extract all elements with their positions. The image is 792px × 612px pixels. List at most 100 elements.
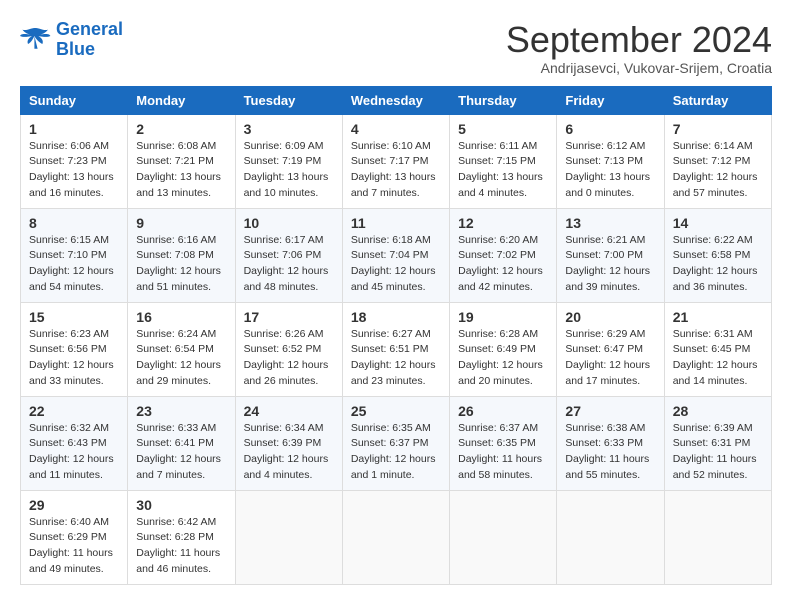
- day-info: Sunrise: 6:17 AM Sunset: 7:06 PM Dayligh…: [244, 233, 334, 296]
- day-number: 4: [351, 121, 441, 137]
- calendar-cell: 17 Sunrise: 6:26 AM Sunset: 6:52 PM Dayl…: [235, 302, 342, 396]
- day-number: 17: [244, 309, 334, 325]
- day-info: Sunrise: 6:35 AM Sunset: 6:37 PM Dayligh…: [351, 421, 441, 484]
- day-info: Sunrise: 6:08 AM Sunset: 7:21 PM Dayligh…: [136, 139, 226, 202]
- calendar-week-row: 15 Sunrise: 6:23 AM Sunset: 6:56 PM Dayl…: [21, 302, 772, 396]
- day-number: 16: [136, 309, 226, 325]
- weekday-header: Monday: [128, 86, 235, 114]
- day-info: Sunrise: 6:33 AM Sunset: 6:41 PM Dayligh…: [136, 421, 226, 484]
- calendar-cell: 5 Sunrise: 6:11 AM Sunset: 7:15 PM Dayli…: [450, 114, 557, 208]
- weekday-header: Friday: [557, 86, 664, 114]
- calendar-cell: 25 Sunrise: 6:35 AM Sunset: 6:37 PM Dayl…: [342, 396, 449, 490]
- calendar-cell: 20 Sunrise: 6:29 AM Sunset: 6:47 PM Dayl…: [557, 302, 664, 396]
- location-subtitle: Andrijasevci, Vukovar-Srijem, Croatia: [506, 60, 772, 76]
- calendar-cell: [342, 490, 449, 584]
- day-info: Sunrise: 6:32 AM Sunset: 6:43 PM Dayligh…: [29, 421, 119, 484]
- day-info: Sunrise: 6:22 AM Sunset: 6:58 PM Dayligh…: [673, 233, 763, 296]
- day-info: Sunrise: 6:23 AM Sunset: 6:56 PM Dayligh…: [29, 327, 119, 390]
- calendar-cell: 21 Sunrise: 6:31 AM Sunset: 6:45 PM Dayl…: [664, 302, 771, 396]
- month-title: September 2024: [506, 20, 772, 60]
- day-number: 13: [565, 215, 655, 231]
- day-number: 24: [244, 403, 334, 419]
- day-number: 7: [673, 121, 763, 137]
- calendar-cell: 3 Sunrise: 6:09 AM Sunset: 7:19 PM Dayli…: [235, 114, 342, 208]
- day-number: 23: [136, 403, 226, 419]
- day-info: Sunrise: 6:09 AM Sunset: 7:19 PM Dayligh…: [244, 139, 334, 202]
- day-number: 8: [29, 215, 119, 231]
- day-info: Sunrise: 6:10 AM Sunset: 7:17 PM Dayligh…: [351, 139, 441, 202]
- calendar-cell: 14 Sunrise: 6:22 AM Sunset: 6:58 PM Dayl…: [664, 208, 771, 302]
- calendar-cell: 29 Sunrise: 6:40 AM Sunset: 6:29 PM Dayl…: [21, 490, 128, 584]
- calendar-cell: 13 Sunrise: 6:21 AM Sunset: 7:00 PM Dayl…: [557, 208, 664, 302]
- day-info: Sunrise: 6:06 AM Sunset: 7:23 PM Dayligh…: [29, 139, 119, 202]
- day-info: Sunrise: 6:27 AM Sunset: 6:51 PM Dayligh…: [351, 327, 441, 390]
- calendar-cell: 28 Sunrise: 6:39 AM Sunset: 6:31 PM Dayl…: [664, 396, 771, 490]
- day-info: Sunrise: 6:28 AM Sunset: 6:49 PM Dayligh…: [458, 327, 548, 390]
- calendar-cell: 12 Sunrise: 6:20 AM Sunset: 7:02 PM Dayl…: [450, 208, 557, 302]
- calendar-cell: 2 Sunrise: 6:08 AM Sunset: 7:21 PM Dayli…: [128, 114, 235, 208]
- day-info: Sunrise: 6:31 AM Sunset: 6:45 PM Dayligh…: [673, 327, 763, 390]
- day-number: 26: [458, 403, 548, 419]
- day-number: 2: [136, 121, 226, 137]
- day-number: 19: [458, 309, 548, 325]
- weekday-header: Tuesday: [235, 86, 342, 114]
- calendar-cell: [450, 490, 557, 584]
- calendar-cell: 7 Sunrise: 6:14 AM Sunset: 7:12 PM Dayli…: [664, 114, 771, 208]
- calendar-cell: 30 Sunrise: 6:42 AM Sunset: 6:28 PM Dayl…: [128, 490, 235, 584]
- day-number: 18: [351, 309, 441, 325]
- day-info: Sunrise: 6:15 AM Sunset: 7:10 PM Dayligh…: [29, 233, 119, 296]
- page-header: General Blue September 2024 Andrijasevci…: [20, 20, 772, 76]
- day-info: Sunrise: 6:29 AM Sunset: 6:47 PM Dayligh…: [565, 327, 655, 390]
- calendar-cell: 27 Sunrise: 6:38 AM Sunset: 6:33 PM Dayl…: [557, 396, 664, 490]
- day-info: Sunrise: 6:20 AM Sunset: 7:02 PM Dayligh…: [458, 233, 548, 296]
- calendar-cell: 9 Sunrise: 6:16 AM Sunset: 7:08 PM Dayli…: [128, 208, 235, 302]
- calendar-week-row: 22 Sunrise: 6:32 AM Sunset: 6:43 PM Dayl…: [21, 396, 772, 490]
- day-number: 21: [673, 309, 763, 325]
- calendar-cell: 16 Sunrise: 6:24 AM Sunset: 6:54 PM Dayl…: [128, 302, 235, 396]
- calendar-cell: 18 Sunrise: 6:27 AM Sunset: 6:51 PM Dayl…: [342, 302, 449, 396]
- day-number: 30: [136, 497, 226, 513]
- logo-text: General: [56, 20, 123, 40]
- day-number: 10: [244, 215, 334, 231]
- logo: General Blue: [20, 20, 123, 60]
- day-info: Sunrise: 6:21 AM Sunset: 7:00 PM Dayligh…: [565, 233, 655, 296]
- day-info: Sunrise: 6:11 AM Sunset: 7:15 PM Dayligh…: [458, 139, 548, 202]
- logo-text-blue: Blue: [56, 40, 123, 60]
- day-number: 27: [565, 403, 655, 419]
- day-info: Sunrise: 6:14 AM Sunset: 7:12 PM Dayligh…: [673, 139, 763, 202]
- day-info: Sunrise: 6:37 AM Sunset: 6:35 PM Dayligh…: [458, 421, 548, 484]
- calendar-cell: [235, 490, 342, 584]
- day-number: 29: [29, 497, 119, 513]
- calendar-cell: 15 Sunrise: 6:23 AM Sunset: 6:56 PM Dayl…: [21, 302, 128, 396]
- day-number: 11: [351, 215, 441, 231]
- weekday-header: Saturday: [664, 86, 771, 114]
- weekday-header: Thursday: [450, 86, 557, 114]
- day-number: 3: [244, 121, 334, 137]
- calendar-table: SundayMondayTuesdayWednesdayThursdayFrid…: [20, 86, 772, 585]
- title-section: September 2024 Andrijasevci, Vukovar-Sri…: [506, 20, 772, 76]
- day-info: Sunrise: 6:39 AM Sunset: 6:31 PM Dayligh…: [673, 421, 763, 484]
- day-number: 15: [29, 309, 119, 325]
- calendar-cell: [664, 490, 771, 584]
- weekday-header-row: SundayMondayTuesdayWednesdayThursdayFrid…: [21, 86, 772, 114]
- day-number: 14: [673, 215, 763, 231]
- day-info: Sunrise: 6:18 AM Sunset: 7:04 PM Dayligh…: [351, 233, 441, 296]
- calendar-cell: 19 Sunrise: 6:28 AM Sunset: 6:49 PM Dayl…: [450, 302, 557, 396]
- calendar-cell: 11 Sunrise: 6:18 AM Sunset: 7:04 PM Dayl…: [342, 208, 449, 302]
- day-number: 1: [29, 121, 119, 137]
- weekday-header: Wednesday: [342, 86, 449, 114]
- day-number: 28: [673, 403, 763, 419]
- day-info: Sunrise: 6:26 AM Sunset: 6:52 PM Dayligh…: [244, 327, 334, 390]
- day-info: Sunrise: 6:42 AM Sunset: 6:28 PM Dayligh…: [136, 515, 226, 578]
- day-number: 5: [458, 121, 548, 137]
- day-info: Sunrise: 6:38 AM Sunset: 6:33 PM Dayligh…: [565, 421, 655, 484]
- day-number: 25: [351, 403, 441, 419]
- calendar-cell: [557, 490, 664, 584]
- calendar-cell: 22 Sunrise: 6:32 AM Sunset: 6:43 PM Dayl…: [21, 396, 128, 490]
- day-number: 22: [29, 403, 119, 419]
- calendar-cell: 10 Sunrise: 6:17 AM Sunset: 7:06 PM Dayl…: [235, 208, 342, 302]
- day-info: Sunrise: 6:16 AM Sunset: 7:08 PM Dayligh…: [136, 233, 226, 296]
- calendar-week-row: 29 Sunrise: 6:40 AM Sunset: 6:29 PM Dayl…: [21, 490, 772, 584]
- calendar-cell: 26 Sunrise: 6:37 AM Sunset: 6:35 PM Dayl…: [450, 396, 557, 490]
- calendar-week-row: 1 Sunrise: 6:06 AM Sunset: 7:23 PM Dayli…: [21, 114, 772, 208]
